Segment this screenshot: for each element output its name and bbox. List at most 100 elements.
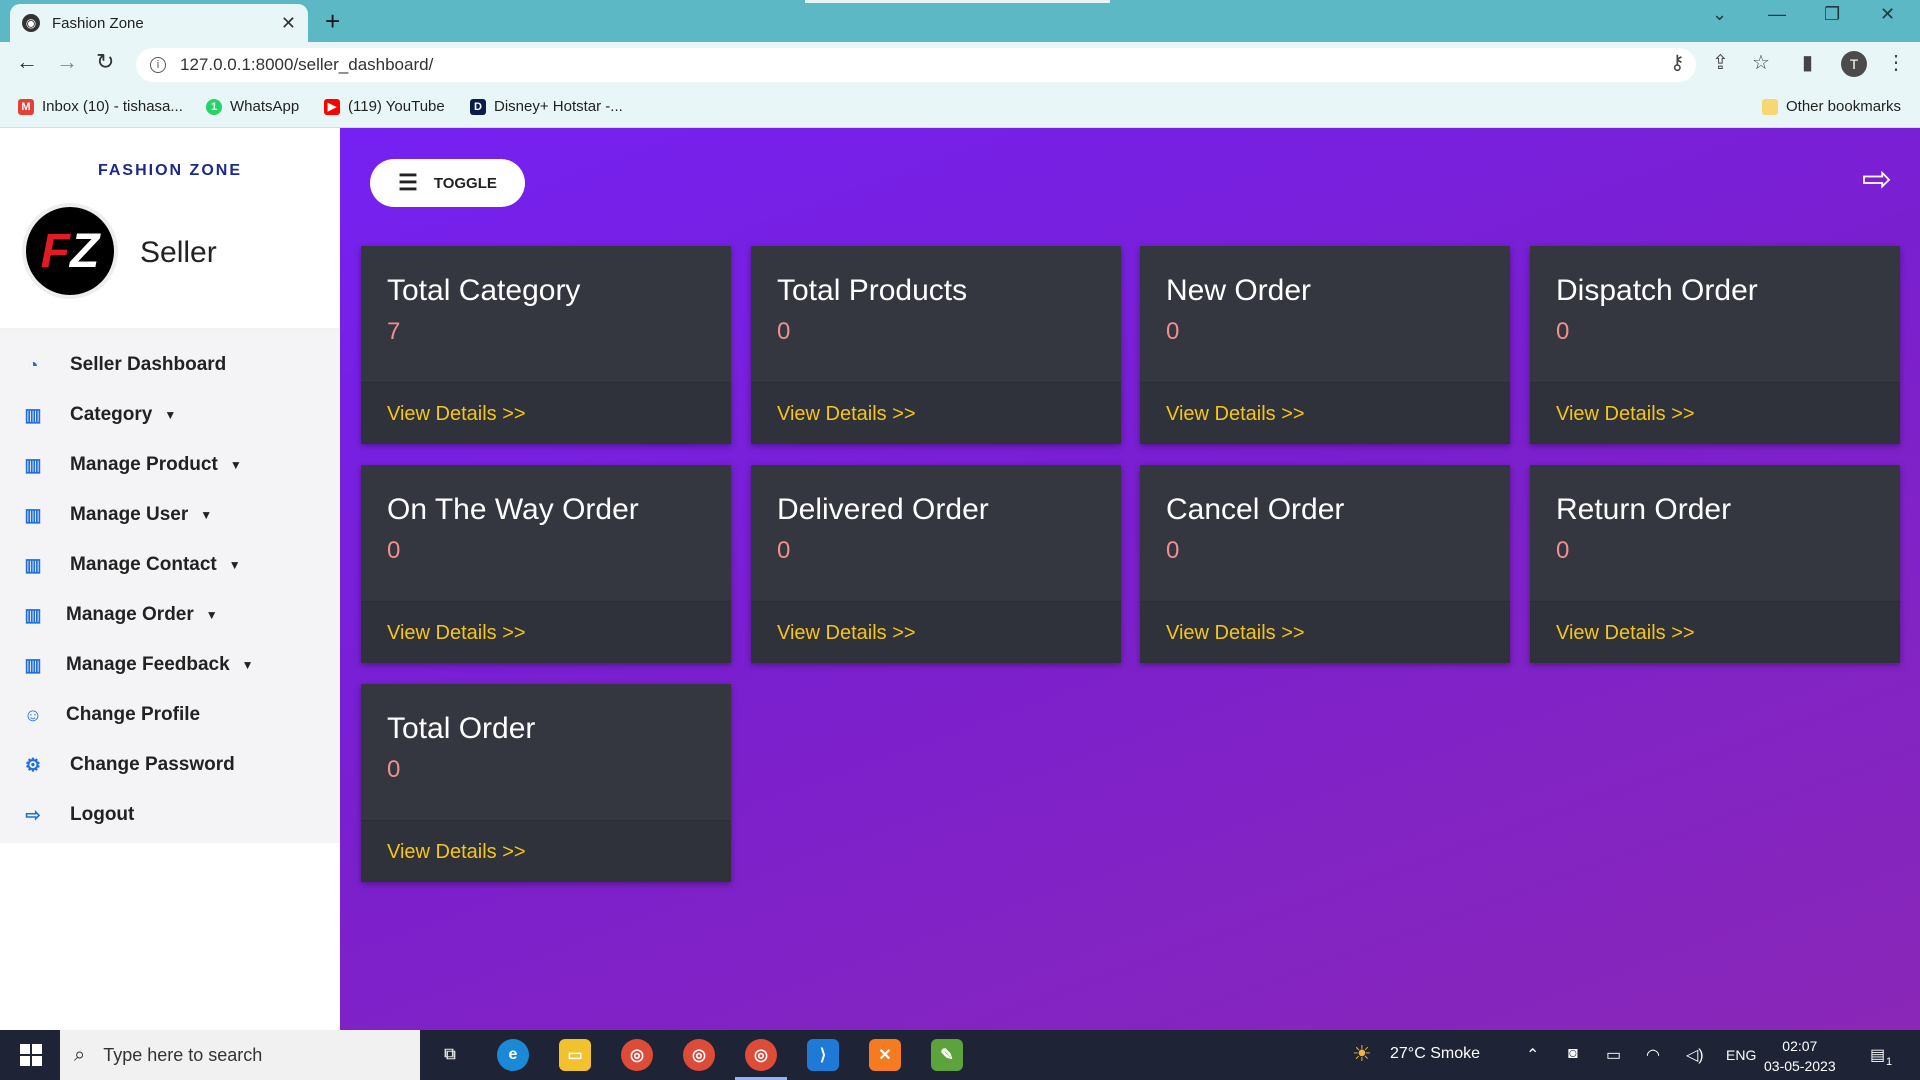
chrome-active-icon[interactable]: ◎ (745, 1039, 777, 1071)
task-view-icon[interactable]: ⧉ (434, 1039, 466, 1071)
card-footer: View Details >> (1530, 382, 1900, 444)
sidebar-item-manage-order[interactable]: ▥ Manage Order ▼ (0, 590, 340, 640)
xampp-icon[interactable]: ✕ (869, 1039, 901, 1071)
view-details-link[interactable]: View Details >> (387, 403, 526, 426)
folder-icon (1762, 98, 1778, 115)
sidebar-item-manage-feedback[interactable]: ▥ Manage Feedback ▼ (0, 640, 340, 690)
menu-kebab-icon[interactable]: ⋮ (1886, 50, 1906, 75)
tab-strip-highlight (805, 0, 1110, 3)
toggle-sidebar-button[interactable]: ☰ TOGGLE (370, 159, 525, 207)
notifications-icon[interactable]: ▤ (1870, 1045, 1885, 1065)
sidebar-item-category[interactable]: ▥ Category ▼ (0, 390, 340, 440)
share-icon[interactable]: ⇪ (1712, 50, 1729, 75)
back-icon[interactable]: ← (16, 49, 38, 75)
file-explorer-icon[interactable]: ▭ (559, 1039, 591, 1071)
sidebar-item-label: Manage Contact (70, 554, 217, 575)
view-details-link[interactable]: View Details >> (1166, 403, 1305, 426)
sidebar-item-manage-product[interactable]: ▥ Manage Product ▼ (0, 440, 340, 490)
address-url[interactable]: 127.0.0.1:8000/seller_dashboard/ (180, 55, 433, 75)
clock-time: 02:07 (1782, 1038, 1818, 1054)
meet-now-icon[interactable]: ◙ (1568, 1045, 1578, 1063)
chrome-icon[interactable]: ◎ (683, 1039, 715, 1071)
reload-icon[interactable]: ↻ (96, 49, 114, 75)
sidebar-item-logout[interactable]: ⇨ Logout (0, 790, 340, 840)
card-title: Cancel Order (1166, 493, 1345, 526)
sidebar-item-manage-contact[interactable]: ▥ Manage Contact ▼ (0, 540, 340, 590)
card-footer: View Details >> (751, 382, 1121, 444)
card-value: 0 (387, 537, 401, 564)
hamburger-icon: ☰ (398, 170, 418, 195)
sidebar-item-manage-user[interactable]: ▥ Manage User ▼ (0, 490, 340, 540)
chevron-up-icon[interactable]: ⌃ (1526, 1045, 1539, 1065)
bookmark-youtube[interactable]: ▶ (119) YouTube (324, 98, 445, 115)
sidebar-item-seller-dashboard[interactable]: ◔ Seller Dashboard (0, 340, 340, 390)
sidebar-menu: ◔ Seller Dashboard ▥ Category ▼ ▥ Manage… (0, 333, 340, 843)
view-details-link[interactable]: View Details >> (777, 622, 916, 645)
sidebar-item-change-profile[interactable]: ☺ Change Profile (0, 690, 340, 740)
sidebar-item-change-password[interactable]: ⚙ Change Password (0, 740, 340, 790)
card-value: 0 (387, 756, 401, 783)
language-indicator[interactable]: ENG (1726, 1047, 1756, 1063)
view-details-link[interactable]: View Details >> (1556, 403, 1695, 426)
close-tab-icon[interactable]: ✕ (281, 13, 296, 34)
stat-card-total-category: Total Category 7 View Details >> (361, 246, 731, 444)
bookmark-star-icon[interactable]: ☆ (1752, 50, 1770, 75)
view-details-link[interactable]: View Details >> (387, 841, 526, 864)
caret-down-icon: ▼ (205, 608, 218, 622)
caret-down-icon: ▼ (229, 458, 242, 472)
side-panel-icon[interactable]: ▮ (1802, 50, 1813, 75)
chart-bar-icon: ▥ (24, 604, 42, 625)
taskbar-search[interactable]: ⌕ Type here to search (60, 1030, 420, 1080)
bookmark-gmail[interactable]: M Inbox (10) - tishasa... (18, 98, 183, 115)
caret-down-icon: ▼ (164, 408, 177, 422)
logout-icon[interactable]: ⇨ (1862, 158, 1892, 200)
youtube-icon: ▶ (324, 98, 340, 115)
sidebar-item-label: Logout (70, 804, 135, 825)
address-bar[interactable]: i 127.0.0.1:8000/seller_dashboard/ (136, 48, 1696, 82)
chrome-icon[interactable]: ◎ (621, 1039, 653, 1071)
wifi-icon[interactable]: ◠ (1646, 1045, 1660, 1065)
system-clock[interactable]: 02:07 03-05-2023 (1764, 1036, 1836, 1076)
tab-title: Fashion Zone (52, 14, 144, 32)
password-key-icon[interactable]: ⚷ (1670, 50, 1685, 75)
user-role: Seller (140, 236, 217, 269)
vscode-icon[interactable]: ⟩ (807, 1039, 839, 1071)
close-window-icon[interactable]: ✕ (1880, 4, 1895, 25)
new-tab-icon[interactable]: + (325, 6, 340, 37)
card-value: 0 (1556, 318, 1570, 345)
chart-bar-icon: ▥ (24, 404, 42, 425)
sidebar-item-label: Seller Dashboard (70, 354, 227, 375)
browser-toolbar: ← → ↻ i 127.0.0.1:8000/seller_dashboard/… (0, 42, 1920, 88)
card-title: Delivered Order (777, 493, 989, 526)
caret-down-icon: ▼ (228, 558, 241, 572)
site-info-icon[interactable]: i (150, 57, 166, 73)
windows-start-icon[interactable] (20, 1044, 42, 1066)
brand-name[interactable]: FASHION ZONE (0, 162, 340, 180)
taskbar-search-placeholder: Type here to search (103, 1044, 263, 1065)
restore-icon[interactable]: ❐ (1824, 4, 1840, 25)
card-title: Return Order (1556, 493, 1732, 526)
edge-icon[interactable]: e (497, 1039, 529, 1071)
profile-avatar[interactable]: T (1841, 51, 1867, 77)
bookmark-hotstar[interactable]: D Disney+ Hotstar -... (470, 98, 623, 115)
battery-icon[interactable]: ▭ (1606, 1045, 1621, 1065)
notepad-icon[interactable]: ✎ (931, 1039, 963, 1071)
forward-icon[interactable]: → (56, 49, 78, 75)
sidebar-item-label: Manage Feedback (66, 654, 230, 675)
sidebar-item-label: Category (70, 404, 153, 425)
view-details-link[interactable]: View Details >> (777, 403, 916, 426)
tab-search-icon[interactable]: ⌄ (1712, 4, 1727, 25)
card-value: 0 (1166, 318, 1180, 345)
stat-card-cancel-order: Cancel Order 0 View Details >> (1140, 465, 1510, 663)
view-details-link[interactable]: View Details >> (1556, 622, 1695, 645)
sidebar-item-label: Manage Order (66, 604, 194, 625)
browser-tab[interactable]: ◉ Fashion Zone ✕ (10, 4, 308, 42)
bookmark-whatsapp[interactable]: 1 WhatsApp (206, 98, 299, 115)
other-bookmarks[interactable]: Other bookmarks (1762, 98, 1901, 115)
view-details-link[interactable]: View Details >> (387, 622, 526, 645)
weather-text[interactable]: 27°C Smoke (1390, 1045, 1480, 1063)
search-icon: ⌕ (74, 1043, 86, 1066)
volume-icon[interactable]: ◁) (1686, 1045, 1704, 1065)
minimize-icon[interactable]: — (1768, 4, 1786, 25)
view-details-link[interactable]: View Details >> (1166, 622, 1305, 645)
